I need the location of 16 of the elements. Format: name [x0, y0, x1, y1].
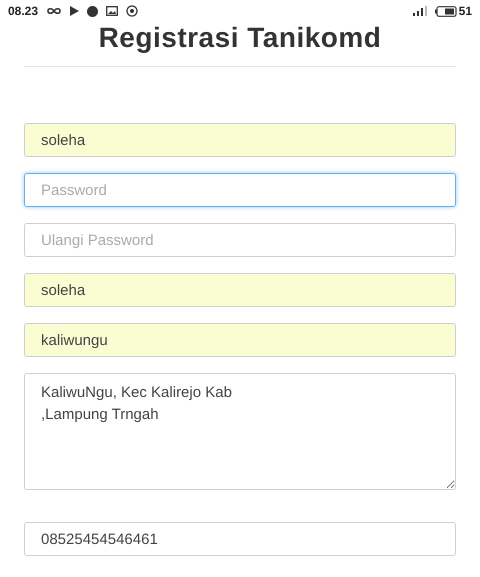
input-field[interactable]: soleha: [24, 273, 456, 307]
battery-level: 51: [458, 3, 472, 20]
address-field[interactable]: KaliwuNgu, Kec Kalirejo Kab ,Lampung Trngah: [24, 373, 456, 490]
input-field[interactable]: Ulangi Password: [24, 223, 456, 257]
play-icon: [70, 6, 80, 16]
status-time: 08.23: [8, 3, 38, 20]
input-field[interactable]: kaliwungu: [24, 323, 456, 357]
infinity-icon: [46, 7, 62, 15]
signal-icon: [412, 6, 427, 16]
image-icon: [106, 6, 118, 16]
input-field[interactable]: 08525454546461: [24, 522, 456, 556]
input-field[interactable]: soleha: [24, 123, 456, 157]
hotspot-icon: [126, 5, 138, 17]
page-title: Registrasi Tanikomd: [98, 22, 382, 54]
battery-icon: [434, 6, 457, 16]
input-field[interactable]: Password: [24, 173, 456, 207]
